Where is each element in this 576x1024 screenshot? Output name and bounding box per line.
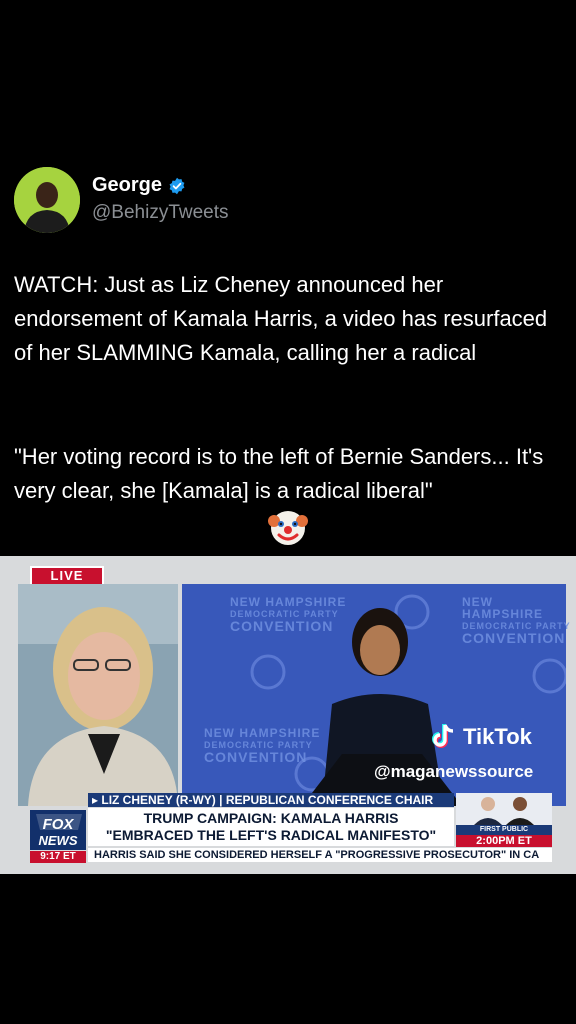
tweet-text-paragraph-1: WATCH: Just as Liz Cheney announced her … <box>14 272 548 365</box>
clown-face-icon <box>268 511 308 545</box>
tiktok-watermark: TikTok <box>428 722 532 752</box>
chyron-top-bar: ▸ LIZ CHENEY (R-WY) | REPUBLICAN CONFERE… <box>88 793 454 807</box>
chyron-headline-line2: "EMBRACED THE LEFT'S RADICAL MANIFESTO" <box>105 827 437 843</box>
first-appearance-time: 2:00PM ET <box>456 835 552 847</box>
verified-badge-icon <box>169 177 185 194</box>
chyron-ticker: HARRIS SAID SHE CONSIDERED HERSELF A "PR… <box>88 848 552 862</box>
svg-text:FOX: FOX <box>43 816 75 833</box>
svg-text:NEWS: NEWS <box>39 833 78 848</box>
backdrop-text-right: NEW HAMPSHIRE DEMOCRATIC PARTY CONVENTION <box>462 595 571 646</box>
tiktok-logo-text: TikTok <box>463 724 532 749</box>
live-badge: LIVE <box>30 566 104 586</box>
fox-news-logo: FOX NEWS <box>30 810 86 850</box>
author-name[interactable]: George <box>92 174 162 197</box>
backdrop-text: NEW HAMPSHIRE DEMOCRATIC PARTY CONVENTION <box>230 595 347 634</box>
author-row: George <box>92 174 186 197</box>
avatar[interactable] <box>14 167 80 233</box>
avatar-photo <box>14 167 80 233</box>
speaker-left-image <box>18 584 178 806</box>
video-left-panel <box>18 584 178 806</box>
tiktok-handle[interactable]: @maganewssource <box>374 762 533 782</box>
fox-news-logo-icon: FOX NEWS <box>30 810 86 850</box>
chyron-headline-line1: TRUMP CAMPAIGN: KAMALA HARRIS <box>143 810 399 826</box>
broadcast-clock: 9:17 ET <box>30 851 86 863</box>
candidates-thumbnail <box>456 793 552 825</box>
backdrop-text-lower: NEW HAMPSHIRE DEMOCRATIC PARTY CONVENTION <box>204 726 321 765</box>
author-handle[interactable]: @BehizyTweets <box>92 202 229 224</box>
tiktok-note-icon <box>432 724 454 748</box>
tweet-text-paragraph-2: "Her voting record is to the left of Ber… <box>14 444 544 503</box>
chyron-headline: TRUMP CAMPAIGN: KAMALA HARRIS "EMBRACED … <box>88 808 454 846</box>
first-appearance-label: FIRST PUBLIC APPEARANCE <box>456 825 552 843</box>
